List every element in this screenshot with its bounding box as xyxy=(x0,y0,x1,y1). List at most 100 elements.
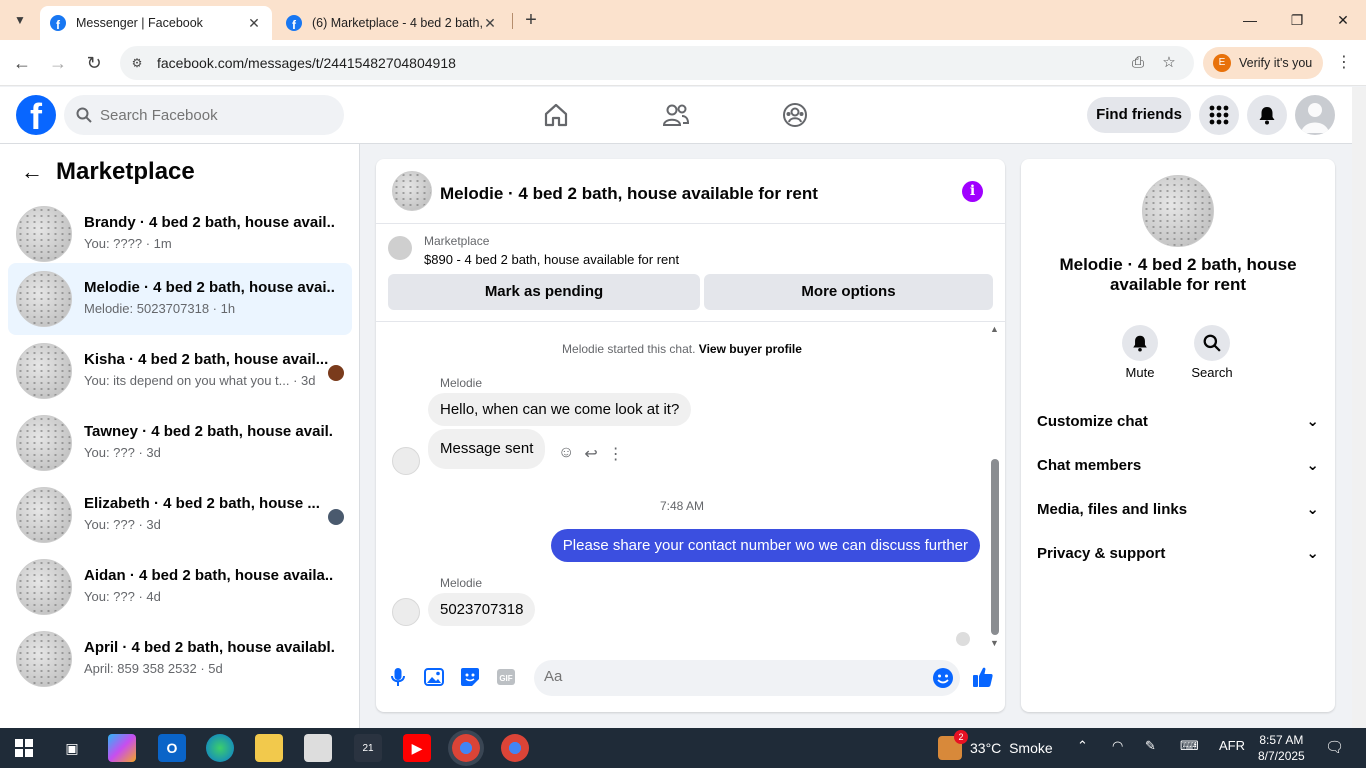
privacy-support-row[interactable]: Privacy & support ⌄ xyxy=(1037,533,1319,573)
forward-icon[interactable]: → xyxy=(46,51,70,75)
menu-grid-icon[interactable] xyxy=(1199,95,1239,135)
chat-item-brandy[interactable]: Brandy · 4 bed 2 bath, house avail... Yo… xyxy=(8,198,352,270)
chat-item-tawney[interactable]: Tawney · 4 bed 2 bath, house avail... Yo… xyxy=(8,407,352,479)
incoming-message[interactable]: 5023707318 xyxy=(428,593,536,626)
browser-menu-icon[interactable]: ⋮ xyxy=(1334,52,1354,74)
react-icon[interactable]: ☺ xyxy=(558,444,574,464)
wifi-icon[interactable]: ◠ xyxy=(1112,738,1123,754)
chat-started-note: Melodie started this chat. View buyer pr… xyxy=(562,342,802,356)
new-tab-icon[interactable]: + xyxy=(520,9,542,31)
scroll-down-icon[interactable]: ▼ xyxy=(990,638,999,648)
youtube-icon[interactable]: ▶ xyxy=(403,734,431,762)
pen-icon[interactable]: ✎ xyxy=(1145,738,1156,754)
microsoft-store-icon[interactable] xyxy=(304,734,332,762)
tab-separator xyxy=(512,13,513,29)
customize-chat-row[interactable]: Customize chat ⌄ xyxy=(1037,401,1319,441)
thumbs-up-icon[interactable] xyxy=(972,666,994,688)
friends-icon[interactable] xyxy=(660,99,692,131)
close-window-icon[interactable]: ✕ xyxy=(1329,8,1357,32)
restore-icon[interactable]: ❐ xyxy=(1283,8,1311,32)
address-bar[interactable]: ⚙ facebook.com/messages/t/24415482704804… xyxy=(120,46,1194,80)
notifications-bell-icon[interactable] xyxy=(1247,95,1287,135)
chevron-up-icon[interactable]: ⌃ xyxy=(1077,738,1088,754)
view-buyer-profile-link[interactable]: View buyer profile xyxy=(699,342,802,356)
outgoing-message[interactable]: Please share your contact number wo we c… xyxy=(550,529,980,562)
more-options-button[interactable]: More options xyxy=(704,274,993,310)
chat-item-kisha[interactable]: Kisha · 4 bed 2 bath, house avail... You… xyxy=(8,335,352,407)
verify-profile-button[interactable]: E Verify it's you xyxy=(1203,47,1323,79)
sticker-icon[interactable] xyxy=(459,666,481,688)
chat-item-elizabeth[interactable]: Elizabeth · 4 bed 2 bath, house ... You:… xyxy=(8,479,352,551)
search-input[interactable] xyxy=(100,106,320,124)
site-info-icon[interactable]: ⚙ xyxy=(128,54,146,72)
minimize-icon[interactable]: — xyxy=(1236,8,1264,32)
browser-tabbar: ▼ f Messenger | Facebook ✕ f (6) Marketp… xyxy=(0,0,1366,40)
tab-close-icon[interactable]: ✕ xyxy=(246,15,262,32)
task-view-icon[interactable]: ▣ xyxy=(58,734,86,762)
keyboard-icon[interactable]: ⌨ xyxy=(1180,738,1199,754)
info-icon[interactable]: i xyxy=(962,181,983,202)
facebook-logo-icon[interactable]: f xyxy=(16,95,56,135)
sender-avatar[interactable] xyxy=(392,447,420,475)
tab-messenger[interactable]: f Messenger | Facebook ✕ xyxy=(40,6,272,40)
microphone-icon[interactable] xyxy=(387,666,409,688)
system-clock[interactable]: 8:57 AM 8/7/2025 xyxy=(1258,732,1305,764)
gif-icon[interactable]: GIF xyxy=(495,666,517,688)
reply-icon[interactable]: ↩ xyxy=(584,444,597,464)
chat-members-row[interactable]: Chat members ⌄ xyxy=(1037,445,1319,485)
chat-item-melodie[interactable]: Melodie · 4 bed 2 bath, house avai... Me… xyxy=(8,263,352,335)
account-avatar[interactable] xyxy=(1295,95,1335,135)
notification-center-icon[interactable]: 🗨 xyxy=(1325,738,1344,756)
tab-close-icon[interactable]: ✕ xyxy=(482,15,498,32)
install-app-icon[interactable]: ⎙ xyxy=(1128,53,1148,73)
message-input[interactable] xyxy=(544,668,924,685)
mark-pending-button[interactable]: Mark as pending xyxy=(388,274,700,310)
chat-item-preview: You: ???? · 1m xyxy=(84,236,172,251)
windows-start-icon[interactable] xyxy=(10,734,38,762)
calendar-app-icon[interactable]: 21 xyxy=(354,734,382,762)
outlook-icon[interactable]: O xyxy=(158,734,186,762)
find-friends-button[interactable]: Find friends xyxy=(1087,97,1191,133)
conversation-title[interactable]: Melodie · 4 bed 2 bath, house available … xyxy=(440,184,818,204)
back-arrow-icon[interactable]: ← xyxy=(16,156,48,188)
mute-button[interactable]: Mute xyxy=(1110,325,1170,380)
file-explorer-icon[interactable] xyxy=(255,734,283,762)
tab-marketplace[interactable]: f (6) Marketplace - 4 bed 2 bath, h ✕ xyxy=(276,6,508,40)
media-files-links-row[interactable]: Media, files and links ⌄ xyxy=(1037,489,1319,529)
listing-title[interactable]: $890 - 4 bed 2 bath, house available for… xyxy=(424,252,679,267)
bookmark-star-icon[interactable]: ☆ xyxy=(1159,53,1179,73)
photo-icon[interactable] xyxy=(423,666,445,688)
listing-large-thumbnail[interactable] xyxy=(1142,175,1214,247)
copilot-icon[interactable] xyxy=(108,734,136,762)
edge-icon[interactable] xyxy=(206,734,234,762)
search-conversation-button[interactable]: Search xyxy=(1182,325,1242,380)
incoming-message[interactable]: Hello, when can we come look at it? xyxy=(428,393,692,426)
conversation-thumbnail[interactable] xyxy=(392,171,432,211)
tab-search-icon[interactable]: ▼ xyxy=(8,8,32,32)
reload-icon[interactable]: ↻ xyxy=(82,51,106,75)
back-icon[interactable]: ← xyxy=(10,51,34,75)
message-input-box[interactable] xyxy=(534,660,960,696)
groups-icon[interactable] xyxy=(779,99,811,131)
chat-item-aidan[interactable]: Aidan · 4 bed 2 bath, house availa... Yo… xyxy=(8,551,352,623)
chrome-profile-icon[interactable] xyxy=(501,734,529,762)
chat-item-preview: You: ??? · 3d xyxy=(84,445,161,460)
url-text[interactable]: facebook.com/messages/t/2441548270480491… xyxy=(157,55,456,71)
marketplace-listing-strip: Marketplace $890 - 4 bed 2 bath, house a… xyxy=(376,224,1005,322)
seen-avatar xyxy=(328,509,344,525)
message-scrollbar[interactable]: ▲ ▼ xyxy=(989,322,1001,652)
chrome-icon[interactable] xyxy=(452,734,480,762)
scroll-up-icon[interactable]: ▲ xyxy=(990,324,999,334)
home-icon[interactable] xyxy=(540,99,572,131)
language-indicator[interactable]: AFR xyxy=(1219,738,1245,753)
listing-mini-thumbnail[interactable] xyxy=(388,236,412,260)
incoming-message[interactable]: Message sent xyxy=(428,429,546,469)
more-icon[interactable]: ⋮ xyxy=(608,444,624,464)
page-scrollbar[interactable] xyxy=(1352,87,1366,728)
chat-item-april[interactable]: April · 4 bed 2 bath, house availabl... … xyxy=(8,623,352,695)
emoji-icon[interactable] xyxy=(932,667,954,694)
weather-widget[interactable]: 2 33°C Smoke xyxy=(938,730,1053,760)
search-box[interactable] xyxy=(64,95,344,135)
scrollbar-thumb[interactable] xyxy=(991,459,999,635)
sender-avatar[interactable] xyxy=(392,598,420,626)
